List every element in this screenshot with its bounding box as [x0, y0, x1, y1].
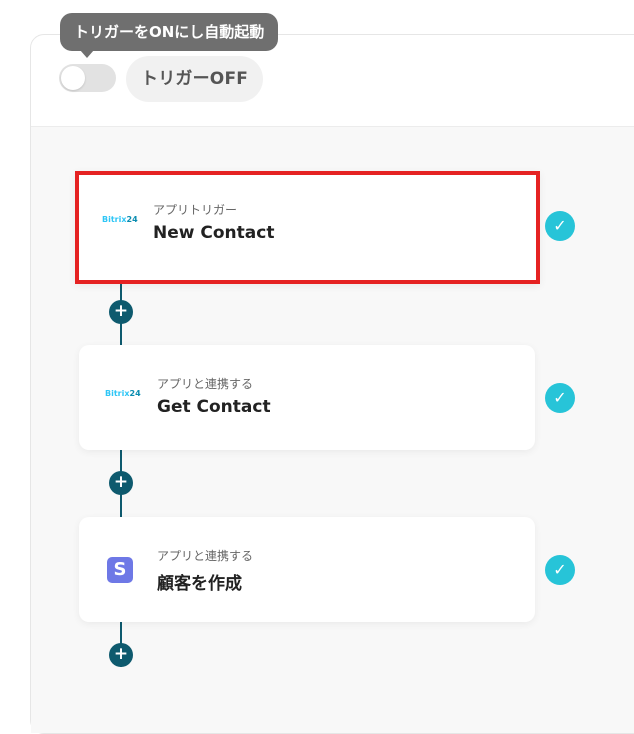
- step-kicker: アプリトリガー: [153, 203, 238, 217]
- step-title: 顧客を作成: [157, 574, 242, 594]
- bitrix24-logo-icon: Bitrix24: [102, 215, 138, 224]
- check-icon: ✓: [545, 211, 575, 241]
- bitrix24-logo-icon: Bitrix24: [105, 389, 141, 398]
- check-icon: ✓: [545, 555, 575, 585]
- add-step-button[interactable]: +: [109, 643, 133, 667]
- step-kicker: アプリと連携する: [157, 377, 254, 391]
- step-card-create-customer[interactable]: S アプリと連携する 顧客を作成: [79, 517, 535, 622]
- step-title: Get Contact: [157, 397, 271, 417]
- step-title: New Contact: [153, 223, 275, 243]
- add-step-button[interactable]: +: [109, 300, 133, 324]
- toggle-knob: [61, 66, 85, 90]
- step-card-new-contact[interactable]: Bitrix24 アプリトリガー New Contact: [75, 171, 540, 284]
- trigger-tooltip: トリガーをONにし自動起動: [60, 13, 279, 51]
- tooltip-tail: [80, 50, 94, 58]
- check-icon: ✓: [545, 383, 575, 413]
- trigger-toggle[interactable]: [59, 64, 116, 92]
- add-step-button[interactable]: +: [109, 471, 133, 495]
- stripe-logo-icon: S: [107, 557, 133, 583]
- trigger-state-label: トリガーOFF: [126, 56, 264, 102]
- step-card-get-contact[interactable]: Bitrix24 アプリと連携する Get Contact: [79, 345, 535, 450]
- step-kicker: アプリと連携する: [157, 549, 254, 563]
